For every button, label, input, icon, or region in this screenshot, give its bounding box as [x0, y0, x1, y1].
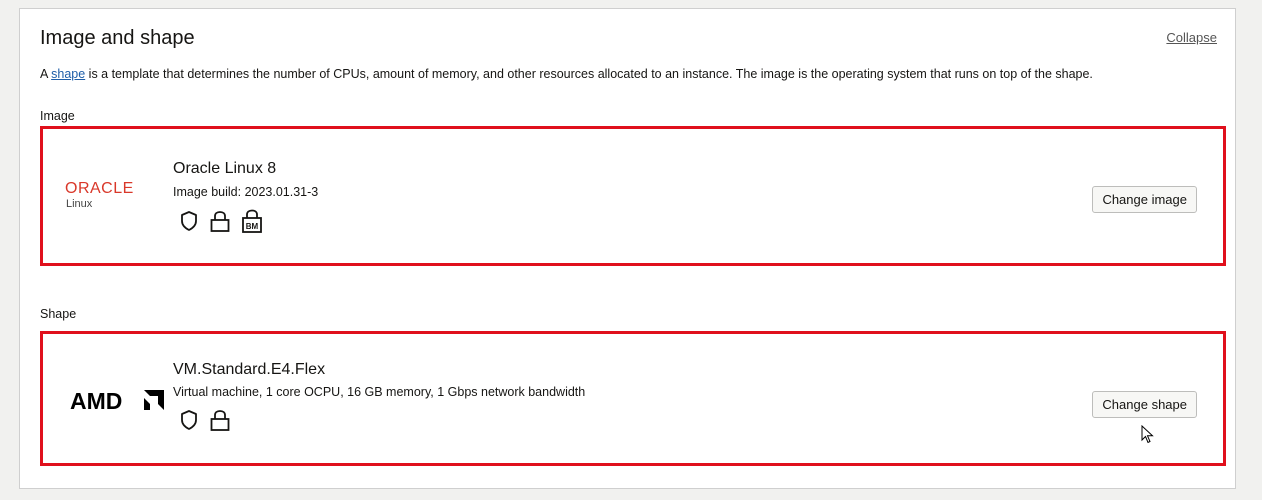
bm-badge-text: BM — [246, 222, 259, 231]
image-card: ORACLE Linux Oracle Linux 8 Image build:… — [40, 126, 1226, 266]
image-group-label: Image — [40, 109, 75, 123]
collapse-link[interactable]: Collapse — [1166, 30, 1217, 45]
amd-logo: AMD — [70, 388, 166, 417]
lock-icon — [209, 210, 231, 232]
lock-icon — [209, 409, 231, 431]
shield-icon — [179, 210, 199, 232]
shape-group-label: Shape — [40, 307, 77, 321]
shape-card: AMD VM.Standard.E4.Flex Virtual machine,… — [40, 331, 1226, 466]
shape-help-link[interactable]: shape — [51, 67, 85, 81]
description-suffix: is a template that determines the number… — [85, 67, 1093, 81]
amd-logo-text: AMD — [70, 388, 122, 412]
shape-name: VM.Standard.E4.Flex — [173, 361, 326, 378]
oracle-logo-subtext: Linux — [66, 198, 93, 210]
shield-icon — [179, 409, 199, 431]
section-description: A shape is a template that determines th… — [40, 67, 1093, 81]
change-image-button[interactable]: Change image — [1092, 186, 1197, 213]
image-and-shape-panel: Image and shape Collapse A shape is a te… — [19, 8, 1236, 489]
bm-lock-icon: BM — [241, 209, 263, 233]
shape-badges — [179, 409, 231, 431]
shape-details: Virtual machine, 1 core OCPU, 16 GB memo… — [173, 385, 586, 399]
description-prefix: A — [40, 67, 52, 81]
oracle-linux-logo: ORACLE Linux — [65, 181, 157, 211]
image-name: Oracle Linux 8 — [173, 160, 277, 177]
mouse-cursor-icon — [1141, 424, 1155, 450]
image-build: Image build: 2023.01.31-3 — [173, 185, 319, 199]
section-title: Image and shape — [40, 27, 195, 49]
oracle-logo-text: ORACLE — [65, 180, 134, 197]
change-shape-button[interactable]: Change shape — [1092, 391, 1197, 418]
image-badges: BM — [179, 209, 263, 233]
